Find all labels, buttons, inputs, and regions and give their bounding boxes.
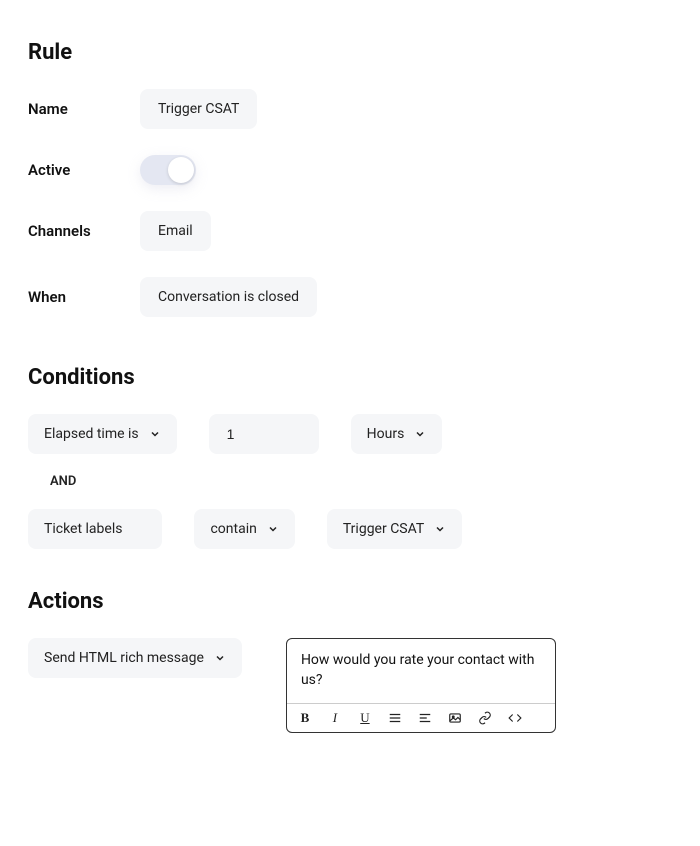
bold-button[interactable]: B [297, 710, 313, 726]
conditions-section-title: Conditions [28, 365, 672, 390]
link-button[interactable] [477, 710, 493, 726]
image-icon [448, 711, 462, 725]
code-button[interactable] [507, 710, 523, 726]
actions-section-title: Actions [28, 589, 672, 614]
italic-button[interactable]: I [327, 710, 343, 726]
align-justify-icon [388, 711, 402, 725]
active-label: Active [28, 161, 140, 179]
name-label: Name [28, 100, 140, 118]
condition-value-dropdown-2[interactable]: Trigger CSAT [327, 509, 462, 549]
chevron-down-icon [149, 428, 161, 440]
when-label: When [28, 288, 140, 306]
align-left-button[interactable] [417, 710, 433, 726]
link-icon [478, 711, 492, 725]
condition-field-dropdown-1[interactable]: Elapsed time is [28, 414, 177, 454]
condition-value-label-2: Trigger CSAT [343, 521, 424, 537]
editor-content[interactable]: How would you rate your contact with us? [287, 639, 555, 703]
condition-unit-label-1: Hours [367, 426, 405, 442]
image-button[interactable] [447, 710, 463, 726]
underline-button[interactable]: U [357, 710, 373, 726]
rich-text-editor: How would you rate your contact with us?… [286, 638, 556, 733]
action-type-dropdown[interactable]: Send HTML rich message [28, 638, 242, 678]
chevron-down-icon [434, 523, 446, 535]
action-type-label: Send HTML rich message [44, 650, 204, 666]
name-input[interactable]: Trigger CSAT [140, 89, 257, 129]
code-icon [508, 711, 522, 725]
when-input[interactable]: Conversation is closed [140, 277, 317, 317]
rule-section-title: Rule [28, 40, 672, 65]
condition-field-label-2: Ticket labels [44, 521, 122, 537]
condition-operator-dropdown-2[interactable]: contain [194, 509, 294, 549]
channels-input[interactable]: Email [140, 211, 211, 251]
chevron-down-icon [214, 652, 226, 664]
align-justify-button[interactable] [387, 710, 403, 726]
active-toggle[interactable] [140, 155, 196, 185]
editor-toolbar: B I U [287, 703, 555, 732]
chevron-down-icon [267, 523, 279, 535]
chevron-down-icon [414, 428, 426, 440]
and-connector: AND [50, 474, 672, 489]
condition-operator-label-2: contain [210, 521, 256, 537]
condition-value-input-1[interactable] [209, 414, 319, 454]
condition-field-label-1: Elapsed time is [44, 426, 139, 442]
toggle-knob [168, 157, 194, 183]
condition-field-dropdown-2[interactable]: Ticket labels [28, 509, 162, 549]
condition-unit-dropdown-1[interactable]: Hours [351, 414, 443, 454]
align-left-icon [418, 711, 432, 725]
channels-label: Channels [28, 222, 140, 240]
